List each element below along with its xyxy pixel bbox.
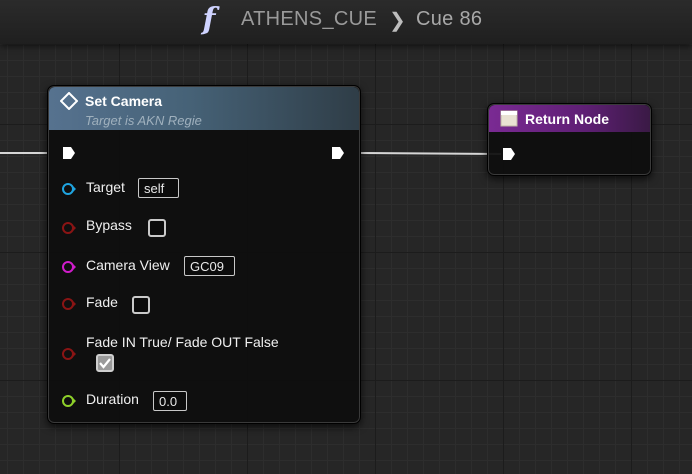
return-exec-in-pin[interactable] [502, 147, 516, 161]
set-camera-subtitle: Target is AKN Regie [85, 113, 202, 128]
target-pin-icon[interactable] [62, 182, 76, 196]
duration-pin-icon[interactable] [62, 394, 76, 408]
breadcrumb-separator-icon: ❯ [389, 10, 406, 32]
fade-in-label: Fade IN True/ Fade OUT False [86, 334, 279, 350]
exec-wire-out [358, 152, 502, 155]
fade-in-checkbox[interactable] [96, 354, 114, 372]
set-camera-node[interactable]: Set Camera Target is AKN Regie Target se… [47, 85, 361, 424]
exec-out-pin[interactable] [331, 146, 345, 160]
camera-view-input[interactable]: GC09 [184, 256, 235, 276]
duration-input[interactable]: 0.0 [153, 391, 187, 411]
bypass-pin-icon[interactable] [62, 221, 76, 235]
target-label: Target [86, 179, 125, 195]
exec-wire-in [0, 152, 48, 154]
breadcrumb-graph[interactable]: ATHENS_CUE [241, 8, 377, 31]
return-node-title: Return Node [525, 111, 609, 127]
exec-in-pin[interactable] [62, 146, 76, 160]
set-camera-title: Set Camera [85, 93, 163, 109]
target-input[interactable]: self [138, 178, 179, 198]
bypass-label: Bypass [86, 217, 132, 233]
bypass-checkbox[interactable] [148, 219, 166, 237]
fade-in-pin-icon[interactable] [62, 347, 76, 361]
fade-label: Fade [86, 294, 118, 310]
return-node-header[interactable]: Return Node [489, 105, 650, 132]
fade-pin-icon[interactable] [62, 297, 76, 311]
camera-view-label: Camera View [86, 257, 170, 273]
return-node-icon [500, 110, 518, 127]
set-camera-header[interactable]: Set Camera Target is AKN Regie [49, 87, 359, 130]
function-diamond-icon [60, 92, 78, 110]
duration-label: Duration [86, 391, 139, 407]
breadcrumb-current[interactable]: Cue 86 [416, 8, 482, 31]
checkmark-icon [99, 358, 111, 369]
function-icon: f [202, 2, 216, 37]
return-node[interactable]: Return Node [487, 103, 652, 176]
camera-view-pin-icon[interactable] [62, 260, 76, 274]
breadcrumb-bar: f ATHENS_CUE ❯ Cue 86 [0, 0, 692, 44]
fade-checkbox[interactable] [132, 296, 150, 314]
